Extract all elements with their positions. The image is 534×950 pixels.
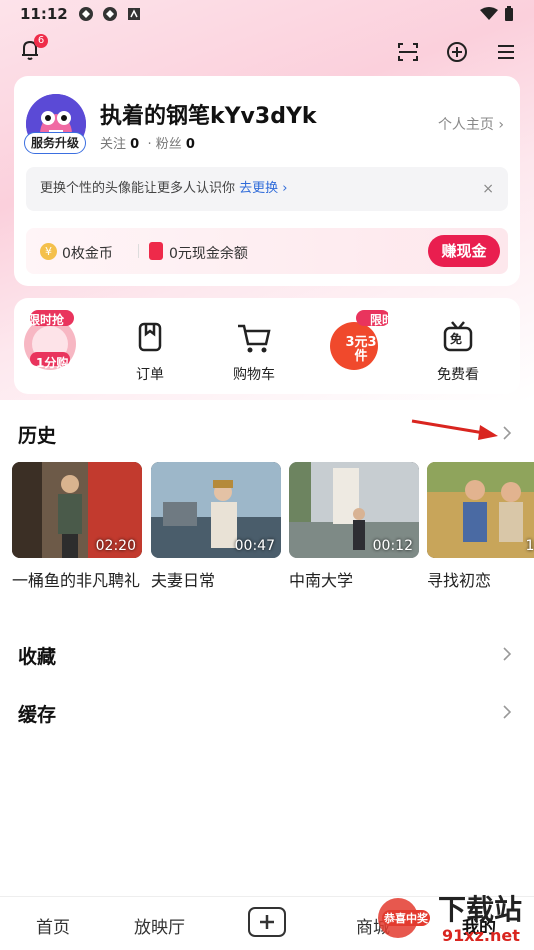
cash-balance[interactable]: 0元现金余额 <box>169 243 248 263</box>
tip-text: 更换个性的头像能让更多人认识你 <box>40 181 236 196</box>
video-duration: 00:47 <box>234 538 275 554</box>
cache-title[interactable]: 缓存 <box>18 700 56 727</box>
quick-actions-card: 限时抢 1分购 订单 购物车 限时 3元3件 免 免费看 <box>14 298 520 394</box>
video-thumbnail: 00:47 <box>151 462 281 558</box>
video-title: 寻找初恋 <box>427 571 492 590</box>
avatar-tip-bar: 更换个性的头像能让更多人认识你 去更换 › × <box>26 167 508 211</box>
plus-icon <box>260 915 274 929</box>
video-duration: 10:1 <box>525 538 534 554</box>
history-item[interactable]: 00:47 夫妻日常 <box>151 462 281 593</box>
video-thumbnail: 00:12 <box>289 462 419 558</box>
status-bar: 11:12 <box>0 0 534 28</box>
watermark-brand: 下载站 <box>438 893 523 926</box>
history-title[interactable]: 历史 <box>18 421 56 448</box>
coin-icon: ¥ <box>40 243 57 260</box>
site-watermark: 恭喜中奖 下载站 91xz.net <box>376 886 534 950</box>
create-plus-button[interactable] <box>248 907 286 937</box>
quick-item-label: 订单 <box>136 367 164 383</box>
service-upgrade-badge[interactable]: 服务升级 <box>24 132 87 154</box>
quick-item-free-watch[interactable]: 免 免费看 <box>418 308 498 384</box>
free-glyph: 免 <box>450 332 463 346</box>
top-header: 6 <box>0 34 534 70</box>
close-icon[interactable]: × <box>482 167 494 211</box>
scan-icon[interactable] <box>396 40 420 64</box>
watermark-tag: 恭喜中奖 <box>384 912 428 925</box>
quick-item-limited-deal[interactable]: 限时抢 1分购 <box>10 308 90 372</box>
earn-cash-button[interactable]: 赚现金 <box>428 235 500 267</box>
coins-balance[interactable]: 0枚金币 <box>62 243 113 263</box>
quick-tag-label: 限时 <box>370 313 395 327</box>
history-chevron-icon[interactable] <box>502 426 512 440</box>
app-notification-icon <box>102 7 117 21</box>
notification-badge: 6 <box>34 34 48 48</box>
quick-tag-label: 限时抢 <box>28 313 65 327</box>
nav-theater[interactable]: 放映厅 <box>134 913 185 938</box>
quick-main-label: 3元3件 <box>345 335 377 364</box>
favorites-chevron-icon[interactable] <box>502 647 512 661</box>
quick-item-label: 购物车 <box>233 367 275 383</box>
video-thumbnail: 10:1 <box>427 462 534 558</box>
video-title: 夫妻日常 <box>151 571 216 590</box>
following-count[interactable]: 0 <box>130 137 139 152</box>
quick-item-3yuan-deal[interactable]: 限时 3元3件 <box>318 308 398 372</box>
quick-sub-label: 1分购 <box>36 356 69 370</box>
status-time: 11:12 <box>20 5 68 23</box>
video-duration: 02:20 <box>95 538 136 554</box>
quick-item-orders[interactable]: 订单 <box>110 308 190 384</box>
history-list: 02:20 一桶鱼的非凡聘礼 00:47 夫妻日常 00:12 中南大学 1 寻… <box>12 462 534 622</box>
video-title: 中南大学 <box>289 571 354 590</box>
order-icon <box>138 322 162 352</box>
history-item[interactable]: 02:20 一桶鱼的非凡聘礼 <box>12 462 142 593</box>
quick-item-label: 免费看 <box>437 367 479 383</box>
cash-icon <box>149 242 163 260</box>
cache-chevron-icon[interactable] <box>502 705 512 719</box>
video-thumbnail: 02:20 <box>12 462 142 558</box>
video-duration: 00:12 <box>372 538 413 554</box>
wallet-bar: ¥ 0枚金币 0元现金余额 赚现金 <box>26 228 508 274</box>
nav-home[interactable]: 首页 <box>36 913 70 938</box>
annotation-arrow <box>411 419 498 440</box>
watermark-site: 91xz.net <box>442 926 520 945</box>
wifi-icon <box>480 7 498 20</box>
follow-stats: 关注 0 · 粉丝 0 <box>100 133 195 152</box>
app-notification-icon <box>127 8 140 20</box>
change-avatar-link[interactable]: 去更换 › <box>239 181 287 196</box>
battery-icon <box>505 6 513 21</box>
personal-homepage-link[interactable]: 个人主页 › <box>438 114 504 134</box>
username: 执着的钢笔kYv3dYk <box>100 104 317 129</box>
cart-icon <box>238 324 271 353</box>
followers-count[interactable]: 0 <box>186 137 195 152</box>
favorites-title[interactable]: 收藏 <box>18 642 56 669</box>
history-item[interactable]: 00:12 中南大学 <box>289 462 419 593</box>
followers-label[interactable]: · 粉丝 <box>147 137 181 152</box>
profile-card: 服务升级 执着的钢笔kYv3dYk 关注 0 · 粉丝 0 个人主页 › 更换个… <box>14 76 520 286</box>
quick-item-cart[interactable]: 购物车 <box>214 308 294 384</box>
video-title: 一桶鱼的非凡聘礼 <box>12 571 141 590</box>
menu-icon[interactable] <box>494 40 518 64</box>
history-item[interactable]: 10:1 寻找初恋 <box>427 462 534 593</box>
add-circle-icon[interactable] <box>445 40 469 64</box>
divider <box>138 244 139 258</box>
app-notification-icon <box>78 7 93 21</box>
following-label[interactable]: 关注 <box>100 137 126 152</box>
